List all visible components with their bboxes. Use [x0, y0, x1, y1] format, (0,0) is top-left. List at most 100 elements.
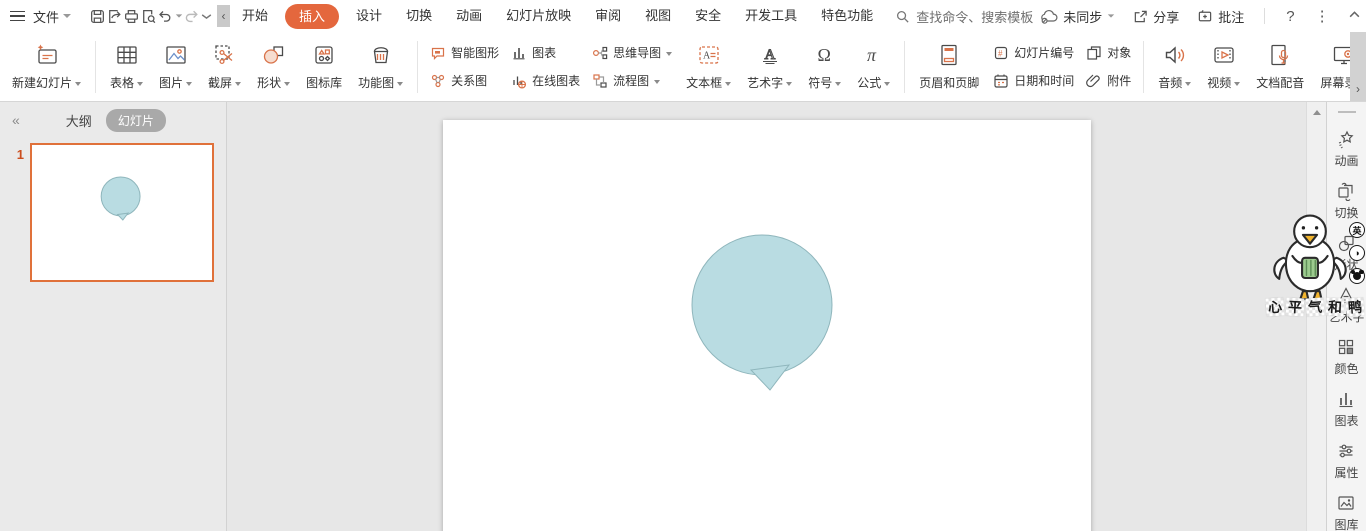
- share-button[interactable]: 分享: [1126, 7, 1186, 26]
- ribbon-group-divider: [904, 40, 906, 93]
- sidebar-item-properties[interactable]: 属性: [1334, 441, 1359, 481]
- tab-dev-tools[interactable]: 开发工具: [733, 0, 809, 32]
- header-footer-icon: [936, 42, 962, 68]
- file-menu[interactable]: 文件: [33, 7, 72, 26]
- chart-button[interactable]: 图表: [511, 43, 580, 63]
- shapes-button[interactable]: 形状: [249, 35, 298, 99]
- doc-voice-button[interactable]: 文档配音: [1248, 35, 1312, 99]
- animation-star-icon: [1339, 130, 1354, 149]
- flow-chart-button[interactable]: 流程图: [592, 71, 672, 91]
- chart-label: 图表: [532, 46, 557, 60]
- redo-button[interactable]: [183, 4, 200, 28]
- vertical-scrollbar[interactable]: [1306, 102, 1326, 531]
- help-button[interactable]: ?: [1278, 8, 1302, 25]
- properties-sliders-icon: [1339, 444, 1353, 458]
- print-preview-button[interactable]: [140, 4, 157, 28]
- screenshot-button[interactable]: 截屏: [200, 35, 249, 99]
- hamburger-menu-icon[interactable]: [10, 10, 25, 22]
- screenshot-label: 截屏: [208, 76, 233, 90]
- language-badge[interactable]: 英: [1349, 222, 1365, 238]
- dropdown-caret-icon: [884, 81, 891, 86]
- ribbon-group-divider: [417, 40, 419, 93]
- tab-review[interactable]: 审阅: [583, 0, 633, 32]
- header-footer-label: 页眉和页脚: [919, 76, 980, 90]
- export-button[interactable]: [106, 4, 123, 28]
- tabstrip-collapse-button[interactable]: ‹: [217, 5, 231, 27]
- word-art-button[interactable]: A 艺术字: [739, 35, 800, 99]
- audio-button[interactable]: 音频: [1150, 35, 1199, 99]
- sidebar-drag-handle[interactable]: [1337, 111, 1356, 113]
- sidebar-item-chart[interactable]: 图表: [1334, 389, 1359, 429]
- scroll-up-icon[interactable]: [1313, 110, 1321, 115]
- quickbar-more-button[interactable]: [200, 4, 213, 28]
- slide-number-icon: #: [993, 45, 1009, 61]
- symbol-button[interactable]: Ω 符号: [800, 35, 849, 99]
- formula-button[interactable]: π 公式: [849, 35, 898, 99]
- tab-special-features[interactable]: 特色功能: [809, 0, 885, 32]
- slide-number-button[interactable]: # 幻灯片编号: [993, 43, 1074, 63]
- collapse-ribbon-button[interactable]: [1342, 8, 1366, 24]
- menu-bar: 文件 ‹ 开始 插入 设计 切换 动画 幻灯片放映 审阅 视图 安全 开发工具 …: [0, 0, 1366, 32]
- print-button[interactable]: [123, 4, 140, 28]
- sync-status-button[interactable]: 未同步: [1033, 7, 1122, 26]
- tab-view[interactable]: 视图: [633, 0, 683, 32]
- tab-slideshow[interactable]: 幻灯片放映: [494, 0, 583, 32]
- attachment-button[interactable]: 附件: [1086, 71, 1131, 91]
- text-box-button[interactable]: A 文本框: [678, 35, 739, 99]
- header-footer-button[interactable]: 页眉和页脚: [911, 35, 987, 99]
- online-chart-button[interactable]: 在线图表: [511, 71, 580, 91]
- ribbon-group-divider: [1143, 40, 1145, 93]
- sidebar-item-label: 切换: [1334, 206, 1359, 220]
- flow-chart-label: 流程图: [613, 74, 650, 88]
- relation-diagram-button[interactable]: 关系图: [430, 71, 499, 91]
- chevron-up-icon: [1349, 11, 1359, 18]
- slide-number-label: 幻灯片编号: [1014, 46, 1075, 60]
- tab-design[interactable]: 设计: [344, 0, 394, 32]
- picture-button[interactable]: 图片: [151, 35, 200, 99]
- mickey-badge[interactable]: [1349, 268, 1365, 284]
- picture-label: 图片: [159, 76, 184, 90]
- more-options-button[interactable]: ⋮: [1307, 7, 1338, 25]
- half-moon-badge[interactable]: ◑: [1349, 245, 1365, 261]
- tab-slides[interactable]: 幻灯片: [105, 108, 166, 132]
- mind-map-button[interactable]: 思维导图: [592, 43, 673, 63]
- tab-transition[interactable]: 切换: [394, 0, 444, 32]
- tab-animation[interactable]: 动画: [444, 0, 494, 32]
- tab-insert[interactable]: 插入: [285, 3, 340, 29]
- date-time-button[interactable]: 日期和时间: [993, 71, 1074, 91]
- slide-canvas[interactable]: [443, 120, 1091, 531]
- ribbon-expand-button[interactable]: ›: [1350, 32, 1366, 101]
- sidebar-item-label: 艺术字: [1328, 310, 1365, 324]
- panel-collapse-button[interactable]: «: [12, 112, 20, 128]
- function-diagram-button[interactable]: 功能图: [350, 35, 411, 99]
- sidebar-item-animation[interactable]: 动画: [1334, 129, 1359, 169]
- oval-callout-shape[interactable]: [443, 120, 1091, 531]
- export-icon: [109, 9, 121, 23]
- tab-outline[interactable]: 大纲: [66, 111, 92, 130]
- comment-icon: [1199, 9, 1212, 21]
- search-input[interactable]: 查找命令、搜索模板: [895, 7, 1033, 26]
- sidebar-item-color[interactable]: 颜色: [1334, 337, 1359, 377]
- video-button[interactable]: 视频: [1199, 35, 1248, 99]
- save-button[interactable]: [89, 4, 106, 28]
- smart-graphics-button[interactable]: 智能图形: [430, 43, 499, 63]
- tab-security[interactable]: 安全: [683, 0, 733, 32]
- pet-badge-column: 英 ◑: [1349, 222, 1365, 284]
- tab-home[interactable]: 开始: [230, 0, 280, 32]
- new-slide-button[interactable]: 新建幻灯片: [4, 35, 89, 99]
- undo-button[interactable]: [157, 4, 183, 28]
- sidebar-item-gallery[interactable]: 图库: [1334, 493, 1359, 531]
- chevron-down-icon: [1108, 14, 1115, 18]
- slide-thumbnail[interactable]: [30, 143, 214, 282]
- slides-panel-header: « 大纲 幻灯片: [0, 102, 226, 138]
- icon-library-button[interactable]: 图标库: [298, 35, 350, 99]
- sidebar-item-word-art[interactable]: 艺术字: [1328, 285, 1365, 325]
- table-button[interactable]: 表格: [102, 35, 151, 99]
- comment-button[interactable]: 批注: [1190, 7, 1251, 26]
- picture-icon: [163, 42, 189, 68]
- sidebar-item-transition[interactable]: 切换: [1334, 181, 1359, 221]
- object-button[interactable]: 对象: [1086, 43, 1131, 63]
- search-icon: [897, 10, 909, 23]
- shapes-icon: [261, 42, 287, 68]
- menubar-right-cluster: 未同步 分享 批注 ? ⋮: [1033, 7, 1366, 26]
